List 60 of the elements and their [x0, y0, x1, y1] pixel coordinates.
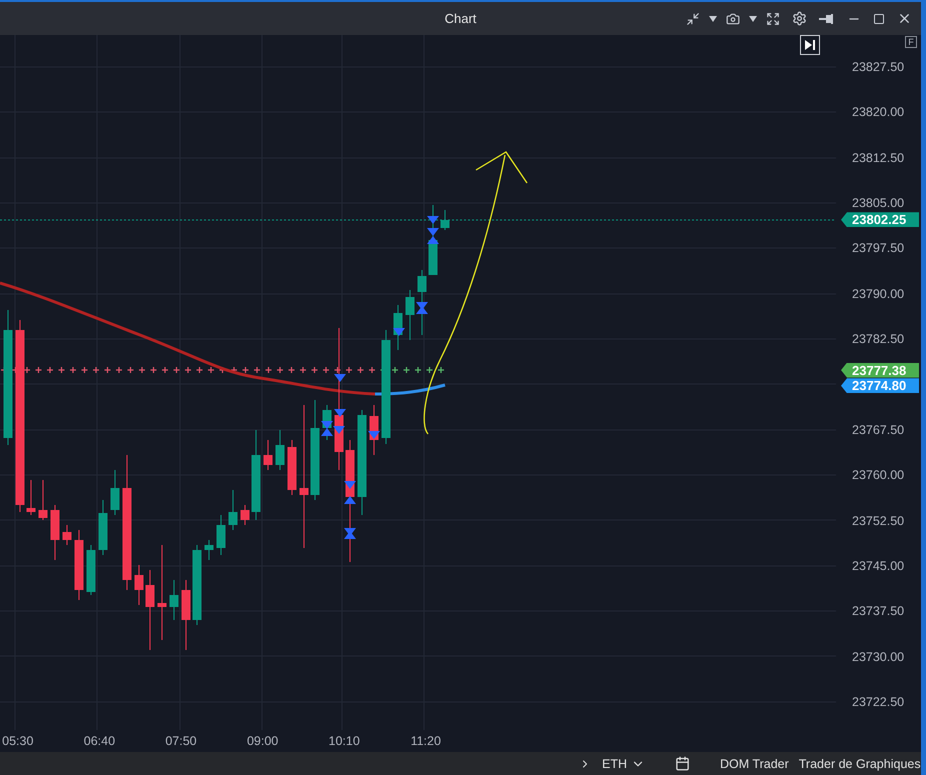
- candle: [216, 514, 226, 556]
- candle: [62, 524, 72, 546]
- price-label: 23782.50: [851, 332, 906, 347]
- candle: [134, 564, 144, 606]
- price-label: 23737.50: [851, 604, 906, 619]
- candle: [264, 440, 272, 470]
- candle: [406, 290, 414, 340]
- signal-marker: [393, 328, 405, 336]
- badge[interactable]: F: [905, 36, 917, 48]
- price-label: 23745.00: [851, 558, 906, 574]
- candle: [98, 500, 108, 556]
- candle: [276, 430, 284, 470]
- candle: [228, 490, 238, 530]
- window-title: Chart: [444, 11, 476, 26]
- caret-icon[interactable]: [749, 16, 757, 22]
- scroll-to-end-button[interactable]: [800, 35, 820, 55]
- instrument-dropdown[interactable]: ETH: [597, 756, 650, 770]
- price-label: 23752.50: [851, 513, 906, 528]
- candle: [204, 540, 214, 560]
- price-label: 23797.50: [851, 240, 906, 256]
- price-label: 23767.50: [851, 422, 906, 438]
- tab-button[interactable]: Trader de Graphiques: [794, 756, 921, 770]
- price-label: 23790.00: [851, 286, 906, 302]
- time-label: 06:40: [82, 734, 116, 748]
- signal-marker: [344, 481, 356, 489]
- candle: [50, 504, 60, 560]
- time-label: 07:50: [164, 734, 198, 748]
- time-label: 10:10: [328, 734, 361, 748]
- signal-marker: [344, 496, 356, 504]
- signal-marker: [427, 216, 439, 224]
- price-label: 23812.50: [851, 150, 906, 166]
- price-tag: 23802.25: [841, 212, 919, 228]
- candle: [440, 210, 450, 230]
- candle: [288, 440, 296, 496]
- time-label: 05:30: [1, 734, 34, 748]
- candle: [418, 270, 426, 336]
- price-tag: 23774.80: [841, 378, 919, 394]
- candle: [170, 580, 178, 620]
- candle: [26, 480, 36, 516]
- signal-marker: [368, 431, 380, 439]
- caret-icon[interactable]: [709, 16, 717, 22]
- candle: [86, 544, 96, 596]
- price-tag: 23777.38: [841, 362, 919, 378]
- price-label: 23730.00: [851, 649, 906, 664]
- candle: [38, 480, 48, 520]
- candle: [240, 504, 250, 526]
- price-label: 23820.00: [851, 104, 906, 120]
- skip-to-end-icon: [804, 39, 816, 51]
- price-label: 23805.00: [851, 196, 906, 211]
- candle: [182, 580, 190, 650]
- time-label: 09:00: [246, 734, 280, 748]
- candle: [110, 470, 120, 516]
- candle: [74, 530, 84, 600]
- signal-marker: [334, 374, 346, 382]
- time-label: 11:20: [410, 734, 442, 748]
- price-label: 23722.50: [851, 694, 906, 710]
- price-label: 23827.50: [851, 60, 906, 74]
- signal-marker: [334, 409, 346, 417]
- tab-button[interactable]: DOM Trader: [715, 756, 794, 770]
- price-label: 23760.00: [851, 468, 906, 483]
